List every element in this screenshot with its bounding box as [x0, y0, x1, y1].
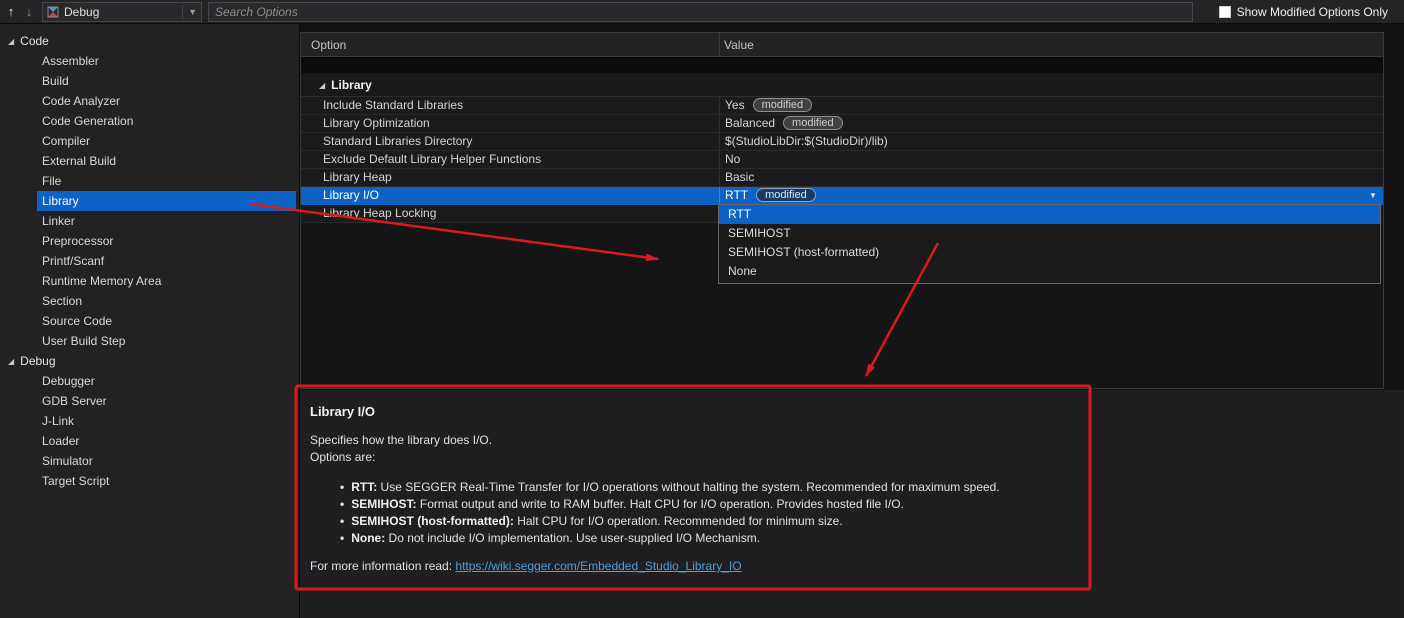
search-options-input[interactable] — [208, 1, 1193, 22]
dropdown-option-rtt[interactable]: RTT — [719, 205, 1380, 224]
table-row[interactable]: Library Optimization Balanced modified — [301, 115, 1383, 133]
bullet-icon: • — [340, 480, 345, 494]
sidebar-item-build[interactable]: Build — [37, 71, 296, 91]
options-toolbar: ↑ ↓ Debug ▼ Show Modified Options Only — [0, 0, 1404, 24]
modified-badge: modified — [756, 188, 816, 202]
sidebar-item-preprocessor[interactable]: Preprocessor — [37, 231, 296, 251]
sidebar-item-runtime-memory-area[interactable]: Runtime Memory Area — [37, 271, 296, 291]
nav-down-icon[interactable]: ↓ — [20, 4, 38, 19]
options-table-header: Option Value — [301, 33, 1383, 57]
configuration-dropdown[interactable]: Debug ▼ — [42, 1, 202, 22]
bullet-rtt: • RTT: Use SEGGER Real-Time Transfer for … — [340, 480, 1000, 494]
show-modified-label: Show Modified Options Only — [1236, 4, 1388, 19]
sidebar-item-assembler[interactable]: Assembler — [37, 51, 296, 71]
option-group-library[interactable]: ◢ Library — [301, 73, 1383, 97]
configuration-dropdown-label: Debug — [64, 4, 100, 19]
tree-group-code[interactable]: ◢ Code — [0, 31, 299, 51]
sidebar-item-code-analyzer[interactable]: Code Analyzer — [37, 91, 296, 111]
show-modified-toggle[interactable]: Show Modified Options Only — [1218, 4, 1388, 19]
modified-badge: modified — [783, 116, 843, 130]
tree-group-debug[interactable]: ◢ Debug — [0, 351, 299, 371]
sidebar-item-external-build[interactable]: External Build — [37, 151, 296, 171]
sidebar-item-linker[interactable]: Linker — [37, 211, 296, 231]
dropdown-option-semihost[interactable]: SEMIHOST — [719, 224, 1380, 243]
sidebar-item-compiler[interactable]: Compiler — [37, 131, 296, 151]
wiki-link[interactable]: https://wiki.segger.com/Embedded_Studio_… — [455, 559, 741, 573]
library-io-dropdown-popup: RTT SEMIHOST SEMIHOST (host-formatted) N… — [718, 204, 1381, 284]
expanded-triangle-icon: ◢ — [319, 81, 326, 90]
sidebar-item-file[interactable]: File — [37, 171, 296, 191]
sidebar-item-gdb-server[interactable]: GDB Server — [37, 391, 296, 411]
sidebar-item-library[interactable]: Library — [37, 191, 296, 211]
sidebar-item-code-generation[interactable]: Code Generation — [37, 111, 296, 131]
bullet-icon: • — [340, 514, 345, 528]
chevron-down-icon: ▼ — [182, 4, 197, 19]
bullet-none: • None: Do not include I/O implementation… — [340, 531, 761, 545]
column-header-option: Option — [311, 38, 347, 52]
sidebar-item-source-code[interactable]: Source Code — [37, 311, 296, 331]
bullet-semihost: • SEMIHOST: Format output and write to RA… — [340, 497, 904, 511]
bullet-icon: • — [340, 531, 345, 545]
expanded-triangle-icon: ◢ — [8, 37, 15, 46]
dropdown-option-semihost-host-formatted[interactable]: SEMIHOST (host-formatted) — [719, 243, 1380, 262]
description-title: Library I/O — [310, 404, 376, 419]
sidebar-item-simulator[interactable]: Simulator — [37, 451, 296, 471]
description-summary: Specifies how the library does I/O. — [310, 433, 493, 447]
sidebar-item-target-script[interactable]: Target Script — [37, 471, 296, 491]
sidebar-item-j-link[interactable]: J-Link — [37, 411, 296, 431]
sidebar-item-loader[interactable]: Loader — [37, 431, 296, 451]
nav-up-icon[interactable]: ↑ — [2, 4, 20, 19]
sidebar-item-user-build-step[interactable]: User Build Step — [37, 331, 296, 351]
options-category-tree: ◢ Code Assembler Build Code Analyzer Code… — [0, 24, 300, 618]
dropdown-option-none[interactable]: None — [719, 262, 1380, 281]
sidebar-item-section[interactable]: Section — [37, 291, 296, 311]
bullet-semihost-host-formatted: • SEMIHOST (host-formatted): Halt CPU for… — [340, 514, 843, 528]
table-row[interactable]: Include Standard Libraries Yes modified — [301, 97, 1383, 115]
column-divider — [719, 33, 720, 56]
bullet-icon: • — [340, 497, 345, 511]
option-description-panel: Library I/O Specifies how the library do… — [300, 390, 1404, 618]
value-dropdown-chevron-icon[interactable]: ▼ — [1366, 189, 1380, 203]
column-header-value: Value — [724, 38, 754, 52]
expanded-triangle-icon: ◢ — [8, 357, 15, 366]
table-row-library-io-selected[interactable]: Library I/O RTT modified ▼ — [301, 187, 1383, 205]
table-row[interactable]: Standard Libraries Directory $(StudioLib… — [301, 133, 1383, 151]
sidebar-item-debugger[interactable]: Debugger — [37, 371, 296, 391]
description-options-are: Options are: — [310, 450, 376, 464]
table-row[interactable]: Library Heap Basic — [301, 169, 1383, 187]
table-row[interactable]: Exclude Default Library Helper Functions… — [301, 151, 1383, 169]
debug-config-icon — [47, 6, 59, 17]
more-info-line: For more information read: https://wiki.… — [310, 559, 742, 573]
show-modified-checkbox[interactable] — [1218, 5, 1231, 18]
sidebar-item-printf-scanf[interactable]: Printf/Scanf — [37, 251, 296, 271]
description-bullet-list: • RTT: Use SEGGER Real-Time Transfer for … — [340, 479, 1000, 547]
modified-badge: modified — [752, 98, 813, 112]
table-gap-band — [301, 57, 1383, 73]
